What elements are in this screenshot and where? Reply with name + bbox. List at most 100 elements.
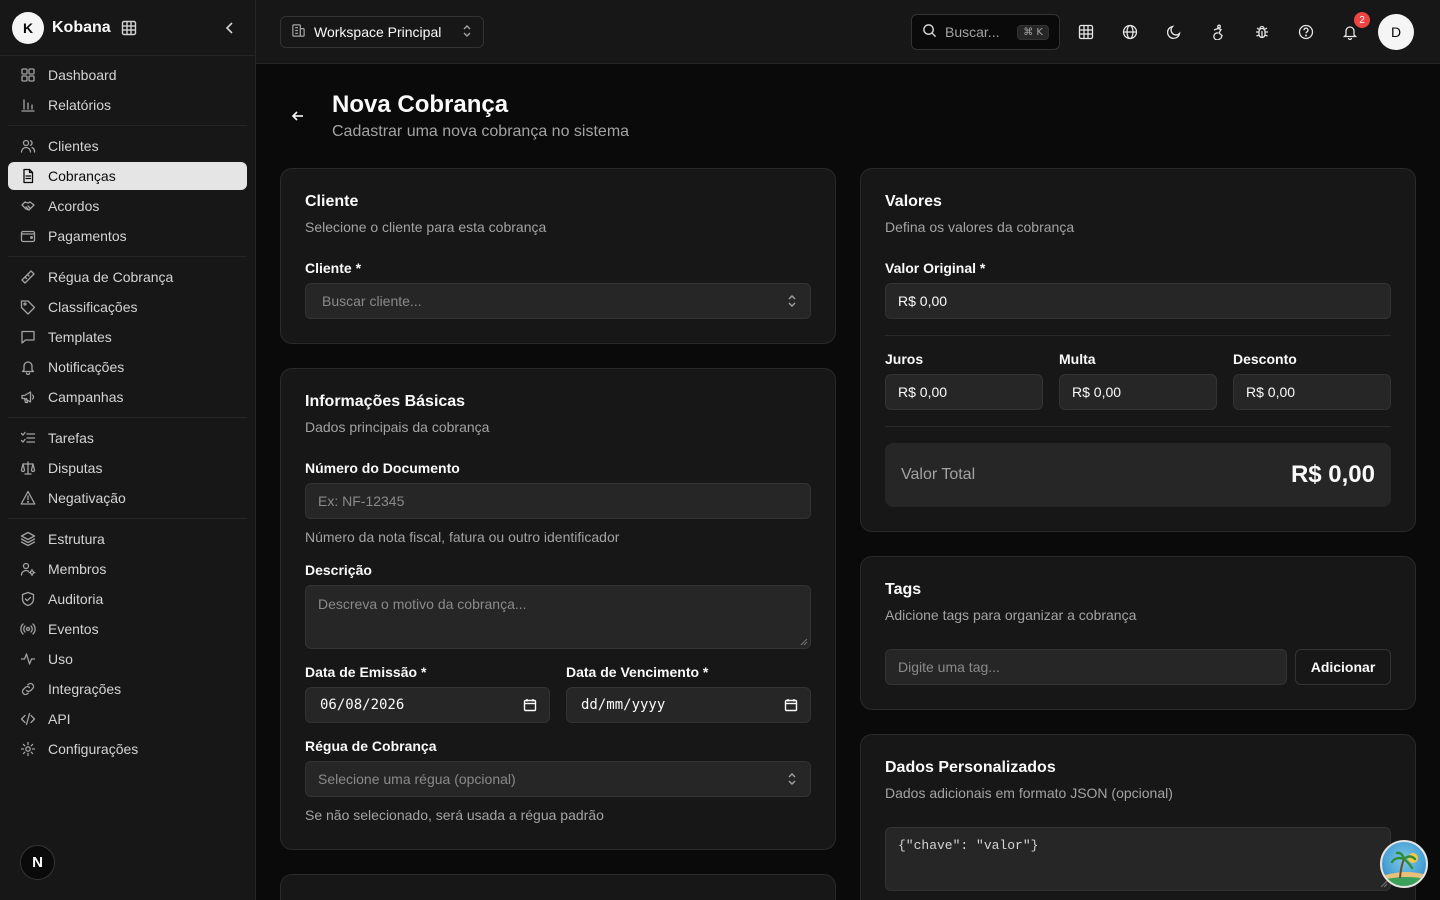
settings-icon — [20, 741, 36, 757]
building-icon — [291, 23, 306, 41]
sidebar-item-label: Dashboard — [48, 67, 117, 83]
moon-icon[interactable] — [1164, 20, 1184, 44]
sidebar-item-label: Cobranças — [48, 168, 116, 184]
sidebar-item-notificacoes[interactable]: Notificações — [8, 353, 247, 381]
table-icon[interactable] — [1076, 20, 1096, 44]
message-square-icon — [20, 329, 36, 345]
sidebar-item-label: Membros — [48, 561, 107, 577]
tag-input[interactable]: Digite uma tag... — [885, 649, 1287, 685]
sidebar-item-uso[interactable]: Uso — [8, 645, 247, 673]
regua-placeholder: Selecione uma régua (opcional) — [318, 771, 516, 787]
card-description: Dados principais da cobrança — [305, 419, 490, 435]
sidebar-item-estrutura[interactable]: Estrutura — [8, 525, 247, 553]
sidebar-item-auditoria[interactable]: Auditoria — [8, 585, 247, 613]
json-placeholder: {"chave": "valor"} — [898, 838, 1039, 853]
dados-personalizados-card: Dados Personalizados Dados adicionais em… — [860, 734, 1416, 900]
juros-input[interactable]: R$ 0,00 — [885, 374, 1043, 410]
sidebar-item-tarefas[interactable]: Tarefas — [8, 424, 247, 452]
documento-input[interactable]: Ex: NF-12345 — [305, 483, 811, 519]
sidebar-item-classificacoes[interactable]: Classificações — [8, 293, 247, 321]
cliente-select-placeholder: Buscar cliente... — [322, 293, 422, 309]
sidebar-item-negativacao[interactable]: Negativação — [8, 484, 247, 512]
brand-name[interactable]: Kobana — [52, 19, 111, 37]
code-icon — [20, 711, 36, 727]
search-placeholder: Buscar... — [945, 24, 1000, 40]
regua-select[interactable]: Selecione uma régua (opcional) — [305, 761, 811, 797]
sidebar-item-eventos[interactable]: Eventos — [8, 615, 247, 643]
bug-icon[interactable] — [1252, 20, 1272, 44]
tags-card: Tags Adicione tags para organizar a cobr… — [860, 556, 1416, 710]
sidebar-item-api[interactable]: API — [8, 705, 247, 733]
sidebar-item-membros[interactable]: Membros — [8, 555, 247, 583]
sidebar-item-regua-de-cobranca[interactable]: Régua de Cobrança — [8, 263, 247, 291]
descricao-label: Descrição — [305, 562, 372, 578]
next-logo-badge[interactable]: N — [20, 845, 55, 880]
vencimento-label: Data de Vencimento * — [566, 664, 709, 680]
resize-handle-icon[interactable] — [800, 638, 808, 646]
sidebar-item-clientes[interactable]: Clientes — [8, 132, 247, 160]
dashboard-icon — [20, 67, 36, 83]
brand-avatar[interactable]: K — [12, 11, 44, 44]
regua-label: Régua de Cobrança — [305, 738, 437, 754]
grid-icon[interactable] — [121, 20, 137, 36]
globe-icon[interactable] — [1120, 20, 1140, 44]
valor-original-label: Valor Original * — [885, 260, 986, 276]
card-description: Dados adicionais em formato JSON (opcion… — [885, 785, 1173, 801]
sidebar-item-label: API — [48, 711, 71, 727]
card-description: Adicione tags para organizar a cobrança — [885, 607, 1137, 623]
sidebar-divider — [8, 518, 247, 519]
valor-original-input[interactable]: R$ 0,00 — [885, 283, 1391, 319]
bar-chart-icon — [20, 97, 36, 113]
sidebar-item-dashboard[interactable]: Dashboard — [8, 61, 247, 89]
list-checks-icon — [20, 430, 36, 446]
valor-total-box: Valor Total R$ 0,00 — [885, 443, 1391, 507]
valor-total-value: R$ 0,00 — [1290, 461, 1375, 488]
workspace-switcher[interactable]: Workspace Principal — [280, 16, 484, 48]
scale-icon — [20, 460, 36, 476]
card-title: Cliente — [305, 193, 359, 210]
sidebar-item-label: Régua de Cobrança — [48, 269, 174, 285]
vencimento-date-input[interactable]: dd/mm/yyyy — [566, 687, 811, 723]
descricao-textarea[interactable]: Descreva o motivo da cobrança... — [305, 585, 811, 649]
calendar-icon[interactable] — [523, 698, 537, 712]
json-textarea[interactable]: {"chave": "valor"} — [885, 827, 1391, 891]
assistant-widget-icon[interactable] — [1380, 840, 1428, 888]
sidebar-item-acordos[interactable]: Acordos — [8, 192, 247, 220]
tag-input-placeholder: Digite uma tag... — [898, 659, 1000, 675]
sidebar-item-cobrancas[interactable]: Cobranças — [8, 162, 247, 190]
top-header: Workspace Principal Buscar... ⌘ K 2 D — [256, 0, 1440, 64]
sidebar-item-campanhas[interactable]: Campanhas — [8, 383, 247, 411]
sidebar-item-disputas[interactable]: Disputas — [8, 454, 247, 482]
sidebar-item-label: Tarefas — [48, 430, 94, 446]
calendar-icon[interactable] — [784, 698, 798, 712]
valor-total-label: Valor Total — [901, 466, 976, 483]
accessibility-icon[interactable] — [1208, 20, 1228, 44]
juros-value: R$ 0,00 — [898, 384, 948, 400]
chevrons-up-down-icon — [461, 24, 473, 41]
collapse-sidebar-button[interactable] — [220, 18, 240, 38]
sidebar-item-pagamentos[interactable]: Pagamentos — [8, 222, 247, 250]
search-icon — [922, 23, 937, 41]
layers-icon — [20, 531, 36, 547]
sidebar-item-relatorios[interactable]: Relatórios — [8, 91, 247, 119]
emissao-date-input[interactable]: 06/08/2026 — [305, 687, 550, 723]
alert-triangle-icon — [20, 490, 36, 506]
help-circle-icon[interactable] — [1296, 20, 1316, 44]
back-arrow-icon[interactable] — [289, 107, 307, 125]
add-tag-button[interactable]: Adicionar — [1295, 649, 1391, 685]
file-text-icon — [20, 168, 36, 184]
sidebar-item-label: Uso — [48, 651, 73, 667]
user-avatar[interactable]: D — [1378, 14, 1414, 50]
desconto-input[interactable]: R$ 0,00 — [1233, 374, 1391, 410]
divider — [885, 426, 1391, 427]
search-button[interactable]: Buscar... ⌘ K — [911, 14, 1060, 50]
sidebar-item-templates[interactable]: Templates — [8, 323, 247, 351]
multa-input[interactable]: R$ 0,00 — [1059, 374, 1217, 410]
sidebar-item-label: Estrutura — [48, 531, 105, 547]
sidebar-item-configuracoes[interactable]: Configurações — [8, 735, 247, 763]
sidebar-item-label: Disputas — [48, 460, 103, 476]
page-title: Nova Cobrança — [332, 91, 509, 118]
sidebar-item-label: Acordos — [48, 198, 100, 214]
sidebar-item-integracoes[interactable]: Integrações — [8, 675, 247, 703]
cliente-select[interactable]: Buscar cliente... — [305, 283, 811, 319]
